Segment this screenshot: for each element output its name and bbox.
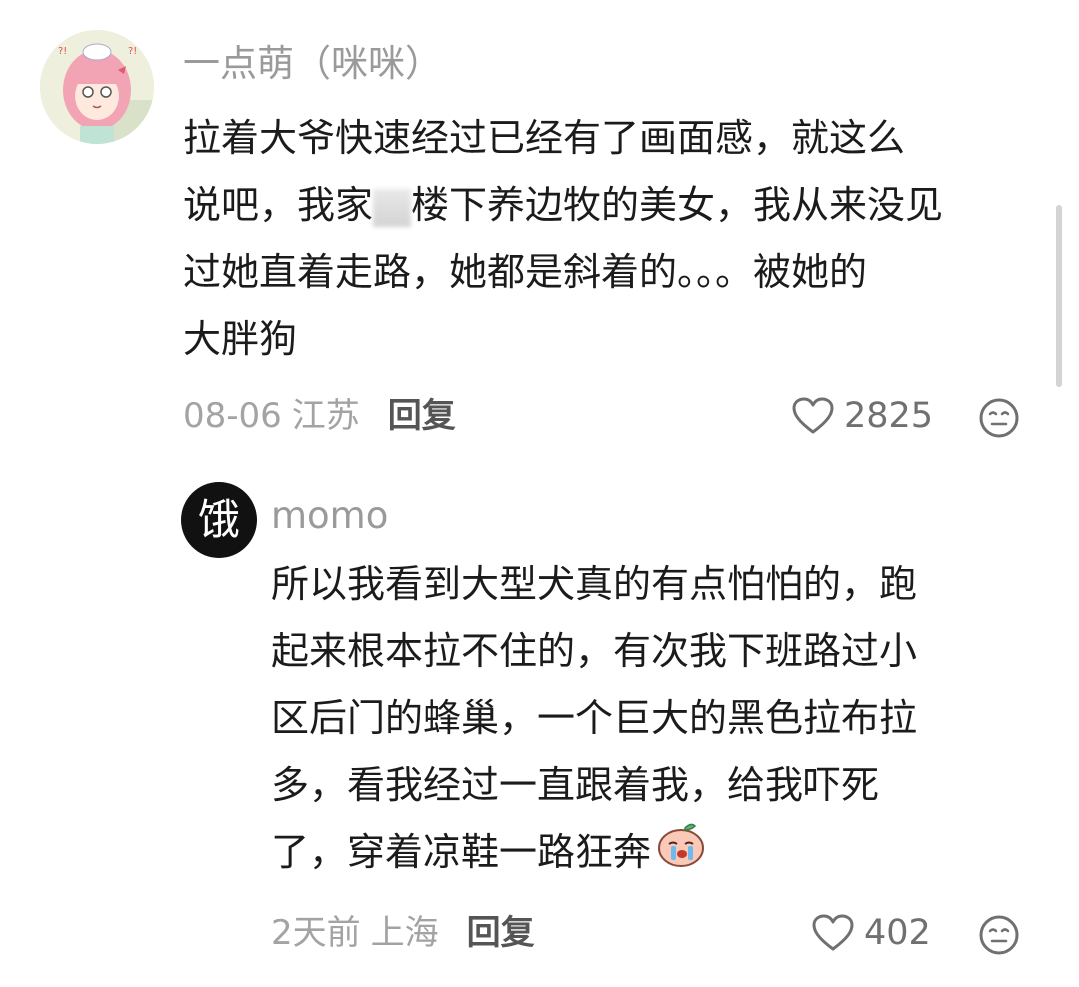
like-button[interactable]: 2825 bbox=[792, 397, 933, 435]
heart-icon bbox=[792, 397, 834, 434]
comment-line: 过她直着走路，她都是斜着的。。。被她的 bbox=[183, 250, 868, 294]
scrollbar[interactable] bbox=[1056, 205, 1062, 387]
svg-text:?!: ?! bbox=[58, 46, 67, 57]
comment-line: 区后门的蜂巢，一个巨大的黑色拉布拉 bbox=[271, 696, 918, 740]
crying-peach-emoji-icon bbox=[655, 820, 707, 889]
like-button[interactable]: 402 bbox=[812, 914, 931, 952]
comment-date: 2天前 bbox=[271, 913, 361, 953]
username[interactable]: 一点萌（咪咪） bbox=[183, 45, 442, 82]
comment-item: ?! ?! 一点萌（咪咪） 拉着大爷快速经过已经有了画面感，就这么 说吧，我家楼… bbox=[0, 0, 1079, 470]
reply-button[interactable]: 回复 bbox=[467, 916, 535, 950]
neutral-face-icon bbox=[979, 398, 1019, 438]
user-avatar[interactable]: 饿 bbox=[181, 482, 257, 558]
like-count: 2825 bbox=[844, 395, 934, 436]
emoji-reaction-button[interactable] bbox=[978, 914, 1020, 960]
comment-location: 江苏 bbox=[291, 396, 360, 436]
comment-line-part: 说吧，我家 bbox=[183, 183, 374, 227]
comment-line: 起来根本拉不住的，有次我下班路过小 bbox=[271, 629, 918, 673]
blurred-character bbox=[373, 188, 412, 227]
comment-line: 拉着大爷快速经过已经有了画面感，就这么 bbox=[183, 116, 906, 160]
username[interactable]: momo bbox=[271, 497, 388, 534]
comment-meta: 2天前 上海 回复 bbox=[271, 916, 535, 950]
comment-location: 上海 bbox=[370, 913, 439, 953]
anime-girl-avatar-icon: ?! ?! bbox=[40, 30, 154, 144]
comment-line-part: 了，穿着凉鞋一路狂奔 bbox=[271, 830, 652, 874]
comment-line: 大胖狗 bbox=[183, 317, 298, 361]
neutral-face-icon bbox=[979, 915, 1019, 955]
comment-meta: 08-06 江苏 回复 bbox=[183, 399, 456, 433]
comment-line: 说吧，我家 楼下养边牧的美女，我从来没见 bbox=[183, 172, 1043, 239]
heart-icon bbox=[812, 914, 854, 951]
reply-button[interactable]: 回复 bbox=[388, 399, 456, 433]
svg-text:?!: ?! bbox=[128, 46, 137, 57]
comment-date: 08-06 bbox=[183, 396, 282, 436]
like-count: 402 bbox=[864, 912, 931, 953]
comment-line: 所以我看到大型犬真的有点怕怕的，跑 bbox=[271, 562, 918, 606]
emoji-reaction-button[interactable] bbox=[978, 397, 1020, 443]
comment-line-part: 楼下养边牧的美女，我从来没见 bbox=[411, 183, 944, 227]
comment-text: 所以我看到大型犬真的有点怕怕的，跑 起来根本拉不住的，有次我下班路过小 区后门的… bbox=[271, 551, 1031, 889]
user-avatar[interactable]: ?! ?! bbox=[40, 30, 154, 144]
comment-line: 了，穿着凉鞋一路狂奔 bbox=[271, 819, 1031, 889]
comment-text: 拉着大爷快速经过已经有了画面感，就这么 说吧，我家 楼下养边牧的美女，我从来没见 … bbox=[183, 105, 1043, 373]
comment-line: 多，看我经过一直跟着我，给我吓死 bbox=[271, 763, 880, 807]
